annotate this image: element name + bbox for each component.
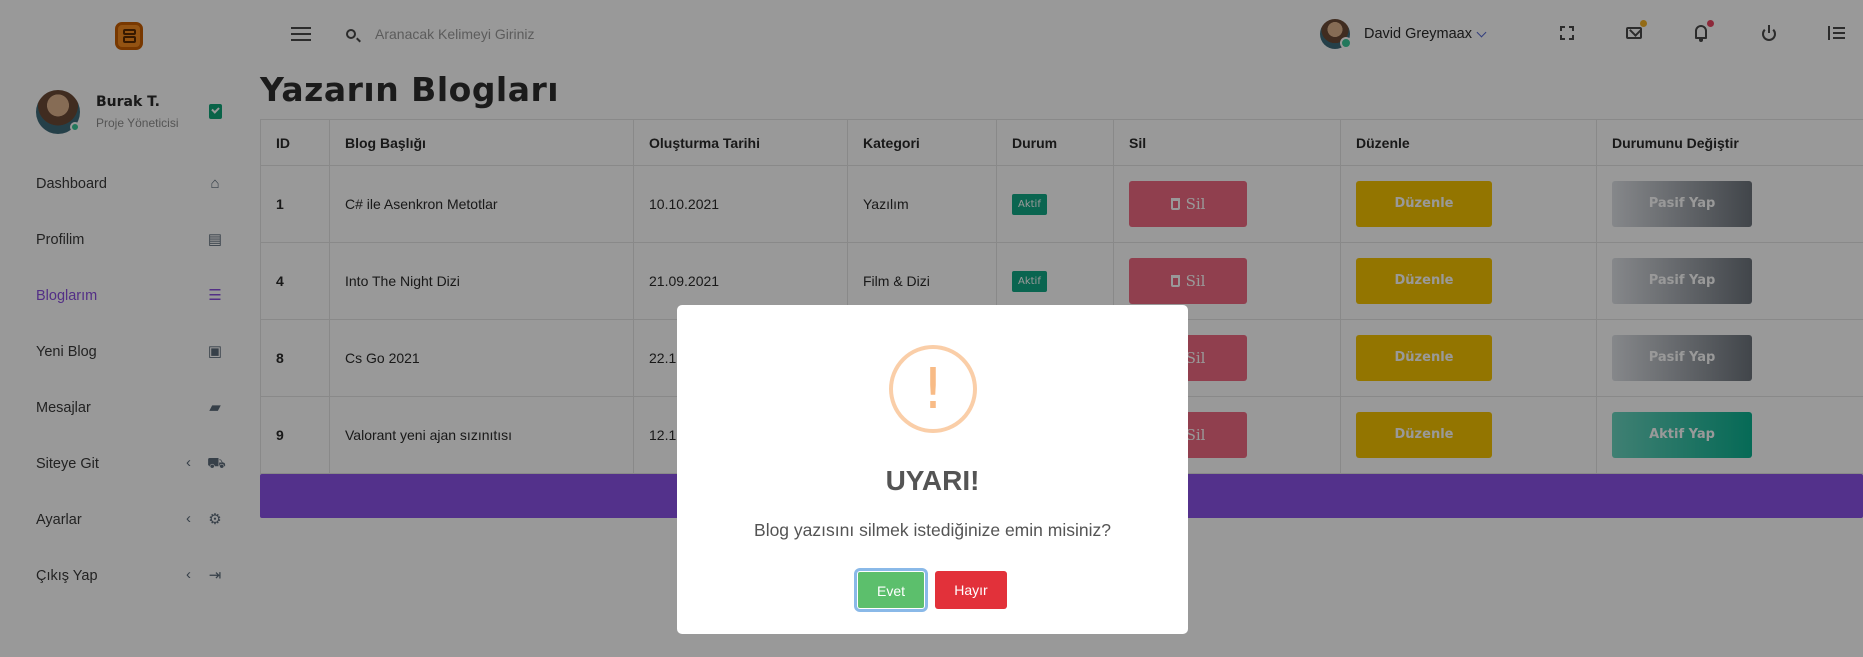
exclamation-mark: ! (921, 357, 945, 422)
confirm-delete-dialog: ! UYARI! Blog yazısını silmek istediğini… (677, 305, 1188, 634)
cancel-button[interactable]: Hayır (935, 571, 1007, 609)
confirm-button[interactable]: Evet (857, 571, 925, 609)
dialog-title: UYARI! (885, 465, 980, 496)
dialog-message: Blog yazısını silmek istediğinize emin m… (754, 520, 1111, 540)
warning-icon: ! (889, 345, 977, 433)
